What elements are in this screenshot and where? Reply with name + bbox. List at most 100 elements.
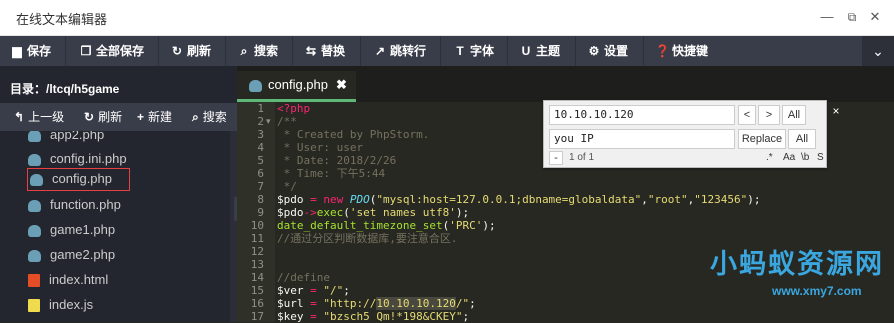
line-number-gutter: 1 2 3 4 5 6 7 8 9 10 11 12 13 14 15 16 1… [237, 102, 275, 323]
code-line: */ [277, 180, 297, 193]
shortcut-icon: ❓ [655, 44, 670, 58]
line-number: 15 [250, 284, 264, 297]
file-item[interactable]: function.php [28, 195, 228, 215]
tab-config-php[interactable]: config.php ✖ [237, 71, 356, 102]
line-number: 12 [250, 245, 264, 258]
plus-icon: + [137, 110, 145, 124]
search-button[interactable]: ⌕ 搜索 [237, 36, 278, 66]
php-file-icon [28, 131, 41, 142]
sidebar-refresh-button[interactable]: ↻ 刷新 [84, 103, 122, 131]
goto-line-icon: ↗ [374, 44, 386, 58]
whole-word-toggle[interactable]: \b [801, 151, 809, 165]
code-line: * Created by PhpStorm. [277, 128, 430, 141]
watermark: 小蚂蚁资源网 www.xmy7.com [690, 238, 890, 308]
shortcut-button[interactable]: ❓ 快捷键 [655, 36, 708, 66]
refresh-button[interactable]: ↻ 刷新 [170, 36, 211, 66]
line-number: 7 [257, 180, 264, 193]
code-line: $ver = "/"; [277, 284, 350, 297]
close-search-icon[interactable]: × [829, 104, 843, 118]
replace-all-button[interactable]: All [788, 129, 816, 149]
replace-button[interactable]: Replace [738, 129, 786, 149]
line-number: 2 [257, 115, 264, 128]
goto-line-button[interactable]: ↗ 跳转行 [373, 36, 426, 66]
code-line: <?php [277, 102, 311, 115]
code-line: $key = "bzsch5_Qm!*198&CKEY"; [277, 310, 470, 322]
code-line: * User: user [277, 141, 364, 154]
php-file-icon [28, 249, 41, 262]
up-arrow-icon: ↰ [14, 110, 25, 124]
close-icon[interactable]: ✕ [867, 9, 883, 25]
toggle-replace-button[interactable]: - [549, 151, 563, 165]
file-item[interactable]: game1.php [28, 220, 228, 240]
line-number: 8 [257, 193, 264, 206]
find-next-button[interactable]: > [758, 105, 780, 125]
code-line: * Date: 2018/2/26 [277, 154, 397, 167]
code-line: * Time: 下午5:44 [277, 167, 386, 180]
php-file-icon [249, 79, 262, 92]
case-sensitive-toggle[interactable]: Aa [783, 151, 795, 165]
regex-toggle[interactable]: .* [766, 151, 773, 165]
find-all-button[interactable]: All [782, 105, 806, 125]
file-item[interactable]: config.ini.php [28, 149, 228, 169]
chevron-down-icon[interactable]: ⌄ [862, 36, 894, 66]
file-item[interactable]: game2.php [28, 245, 228, 265]
title-bar: 在线文本编辑器 — ⧉ ✕ [0, 0, 894, 36]
code-line: //define [277, 271, 330, 284]
code-line: $url = "http://10.10.10.120/"; [277, 297, 476, 310]
file-item[interactable]: index.js [28, 295, 228, 315]
line-number: 1 [257, 102, 264, 115]
fold-arrow-icon[interactable]: ▾ [266, 115, 271, 128]
save-button[interactable]: ▆ 保存 [10, 36, 51, 66]
restore-icon[interactable]: ⧉ [844, 9, 860, 25]
font-button[interactable]: T 字体 [453, 36, 494, 66]
close-tab-icon[interactable]: ✖ [336, 77, 347, 92]
settings-icon: ⚙ [588, 44, 600, 58]
in-selection-toggle[interactable]: S [817, 151, 824, 165]
line-number: 9 [257, 206, 264, 219]
php-file-icon [28, 199, 41, 212]
replace-button[interactable]: ⇆ 替换 [304, 36, 345, 66]
save-all-button[interactable]: ❐ 全部保存 [79, 36, 144, 66]
refresh-icon: ↻ [84, 110, 95, 124]
php-file-icon [28, 224, 41, 237]
line-number: 10 [250, 219, 264, 232]
new-file-button[interactable]: + 新建 [137, 103, 172, 131]
save-all-icon: ❐ [80, 44, 92, 58]
search-replace-dialog: 10.10.10.120 < > All you IP Replace All … [543, 100, 827, 168]
file-list: app2.php config.ini.php config.php funct… [0, 131, 230, 322]
line-number: 4 [257, 141, 264, 154]
watermark-title: 小蚂蚁资源网 [710, 249, 884, 279]
file-sidebar: 目录：/ltcq/h5game ↰ 上一级 ↻ 刷新 + 新建 ⌕ 搜索 app2.ph… [0, 66, 237, 322]
sidebar-search-button[interactable]: ⌕ 搜索 [192, 103, 227, 131]
php-file-icon [28, 153, 41, 166]
php-file-icon [30, 173, 43, 186]
line-number: 6 [257, 167, 264, 180]
toolbar: ▆ 保存 ❐ 全部保存 ↻ 刷新 ⌕ 搜索 ⇆ 替换 ↗ 跳转行 T 字体 U 主题 ⚙ 设置 ❓… [0, 36, 894, 66]
minimize-icon[interactable]: — [819, 9, 835, 25]
line-number: 11 [250, 232, 264, 245]
go-up-button[interactable]: ↰ 上一级 [14, 103, 64, 131]
search-icon: ⌕ [192, 110, 199, 124]
code-line: $pdo->exec('set names utf8'); [277, 206, 470, 219]
replace-input[interactable]: you IP [549, 129, 735, 149]
settings-button[interactable]: ⚙ 设置 [587, 36, 628, 66]
replace-icon: ⇆ [305, 44, 317, 58]
code-line: //通过分区判断数据库,要注意合区. [277, 232, 458, 245]
html5-file-icon [28, 274, 40, 288]
search-icon: ⌕ [240, 44, 248, 58]
sidebar-scrollbar[interactable] [230, 131, 237, 322]
find-prev-button[interactable]: < [738, 105, 756, 125]
code-line: $pdo = new PDO("mysql:host=127.0.0.1;dbn… [277, 193, 761, 206]
find-input[interactable]: 10.10.10.120 [549, 105, 735, 125]
code-line: /** [277, 115, 297, 128]
file-item[interactable]: app2.php [28, 131, 228, 145]
line-number: 5 [257, 154, 264, 167]
file-item[interactable]: index.html [28, 270, 228, 290]
theme-button[interactable]: U 主题 [519, 36, 560, 66]
file-item-selected[interactable]: config.php [27, 168, 130, 191]
js-file-icon [28, 299, 40, 313]
editor-tabs: config.php ✖ [237, 66, 894, 102]
line-number: 17 [250, 310, 264, 323]
font-icon: T [456, 44, 464, 58]
sidebar-actions: ↰ 上一级 ↻ 刷新 + 新建 ⌕ 搜索 [0, 103, 237, 131]
